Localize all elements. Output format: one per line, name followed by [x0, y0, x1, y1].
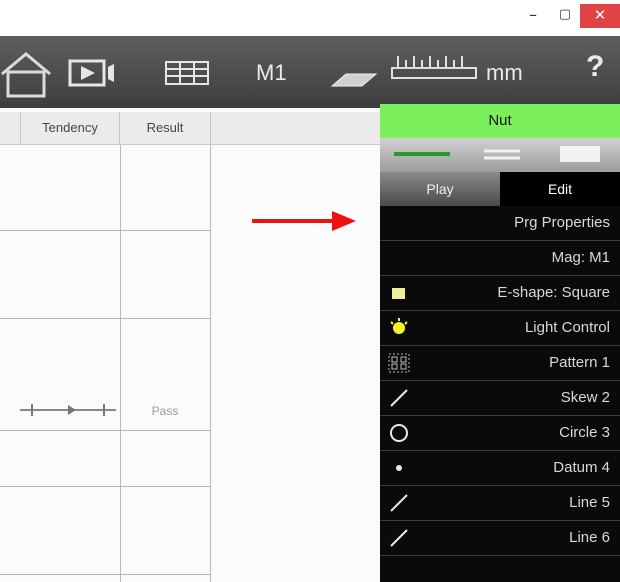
row-divider: [0, 430, 210, 431]
step-datum-4[interactable]: Datum 4: [380, 451, 620, 486]
point-icon: [388, 457, 410, 479]
step-label: Circle 3: [559, 424, 610, 441]
help-button[interactable]: ?: [586, 50, 604, 84]
line-style-selector: [380, 138, 620, 172]
step-line-5[interactable]: Line 5: [380, 486, 620, 521]
video-camera-icon[interactable]: [68, 58, 124, 93]
step-label: Light Control: [524, 319, 610, 336]
step-label: Pattern 1: [549, 354, 610, 371]
units-label[interactable]: mm: [486, 60, 523, 86]
step-label: E-shape: Square: [497, 284, 610, 301]
stage-plate-icon[interactable]: [328, 66, 378, 95]
light-bulb-icon: [388, 317, 410, 339]
line-style-double-icon[interactable]: [478, 140, 526, 170]
red-arrow-icon: [252, 208, 358, 239]
step-pattern-1[interactable]: Pattern 1: [380, 346, 620, 381]
row-divider: [0, 574, 210, 575]
pattern-grid-icon: [388, 352, 410, 374]
step-prg-properties[interactable]: Prg Properties: [380, 206, 620, 241]
close-button[interactable]: ✕: [580, 4, 620, 28]
title-bar: – ▢ ✕: [0, 0, 620, 36]
tab-edit[interactable]: Edit: [500, 172, 620, 206]
home-icon[interactable]: [0, 50, 52, 105]
program-step-list: Prg Properties Mag: M1 E-shape: Square L…: [380, 206, 620, 556]
step-label: Line 5: [569, 494, 610, 511]
step-e-shape[interactable]: E-shape: Square: [380, 276, 620, 311]
line-diagonal-icon: [388, 387, 410, 409]
row-divider: [0, 486, 210, 487]
square-shape-icon: [388, 282, 410, 304]
tab-play[interactable]: Play: [380, 172, 500, 206]
main-toolbar: M1 mm ?: [0, 36, 620, 108]
program-panel: Nut Play Edit Prg Properties Mag: M1 E-s…: [380, 104, 620, 582]
header-blank: [211, 112, 380, 145]
line-diagonal-icon: [388, 527, 410, 549]
step-label: Skew 2: [560, 389, 610, 406]
row-divider: [0, 318, 210, 319]
results-table: Tendency Result Pass: [0, 108, 380, 582]
circle-icon: [388, 422, 410, 444]
header-result[interactable]: Result: [120, 112, 211, 145]
ruler-icon[interactable]: [388, 52, 480, 93]
table-icon[interactable]: [164, 60, 210, 91]
column-divider: [120, 145, 121, 582]
step-skew-2[interactable]: Skew 2: [380, 381, 620, 416]
tendency-indicator-icon: [20, 402, 116, 423]
header-tendency[interactable]: Tendency: [21, 112, 120, 145]
result-cell: Pass: [151, 404, 179, 418]
line-style-solid-icon[interactable]: [556, 140, 604, 170]
row-divider: [0, 230, 210, 231]
header-cell-cut: [0, 112, 21, 145]
column-divider: [210, 145, 211, 582]
mode-tabs: Play Edit: [380, 172, 620, 206]
magnification-label[interactable]: M1: [256, 60, 287, 86]
step-label: Prg Properties: [514, 214, 610, 231]
step-magnification[interactable]: Mag: M1: [380, 241, 620, 276]
line-diagonal-icon: [388, 492, 410, 514]
maximize-button[interactable]: ▢: [552, 4, 578, 28]
step-circle-3[interactable]: Circle 3: [380, 416, 620, 451]
step-label: Mag: M1: [551, 249, 610, 266]
program-name[interactable]: Nut: [380, 104, 620, 138]
step-line-6[interactable]: Line 6: [380, 521, 620, 556]
step-light-control[interactable]: Light Control: [380, 311, 620, 346]
line-style-green-icon[interactable]: [390, 140, 456, 170]
step-label: Datum 4: [553, 459, 610, 476]
minimize-button[interactable]: –: [520, 4, 546, 28]
step-label: Line 6: [569, 529, 610, 546]
